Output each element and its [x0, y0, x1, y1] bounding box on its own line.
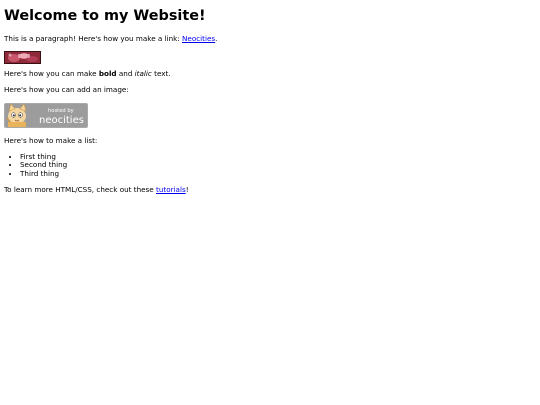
hosted-by-text: hosted by	[48, 108, 74, 114]
footer-paragraph: To learn more HTML/CSS, check out these …	[4, 184, 540, 194]
neocities-wordmark: neocities	[39, 115, 84, 126]
tutorials-link[interactable]: tutorials	[156, 185, 186, 194]
list-item: Second thing	[20, 160, 540, 169]
formatting-text-3: text.	[151, 69, 171, 79]
link-paragraph-end: .	[215, 33, 218, 43]
banner-image	[4, 51, 41, 65]
bold-text: bold	[98, 69, 117, 79]
list-item: Third thing	[20, 169, 540, 178]
footer-text-end: !	[185, 184, 189, 194]
image-intro: Here's how you can add an image:	[4, 85, 129, 95]
hosted-by-neocities-badge: hosted by neocities	[4, 102, 88, 128]
formatting-paragraph: Here's how you can make bold and italic …	[4, 69, 540, 79]
link-paragraph-text: This is a paragraph! Here's how you make…	[4, 33, 183, 43]
formatting-text-1: Here's how you can make	[4, 69, 99, 79]
footer-text: To learn more HTML/CSS, check out these	[4, 184, 157, 194]
italic-text: italic	[134, 69, 152, 79]
list-item: First thing	[20, 152, 540, 161]
page-title: Welcome to my Website!	[4, 8, 206, 24]
neocities-link[interactable]: Neocities	[182, 34, 215, 43]
example-list: First thing Second thing Third thing	[4, 152, 540, 178]
list-intro: Here's how to make a list:	[4, 135, 98, 145]
link-paragraph: This is a paragraph! Here's how you make…	[4, 33, 540, 43]
formatting-text-2: and	[116, 69, 135, 79]
